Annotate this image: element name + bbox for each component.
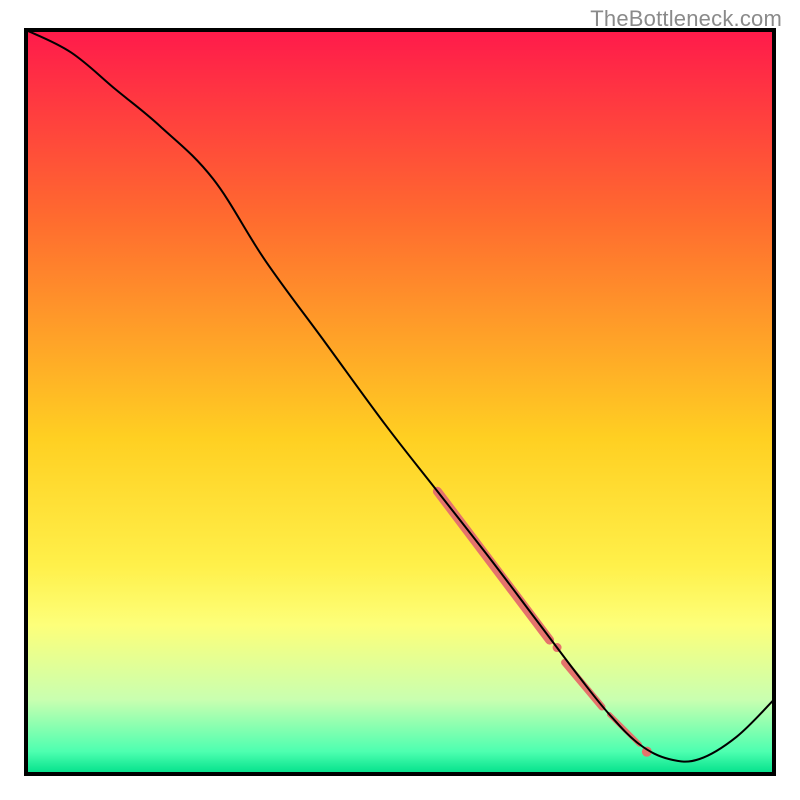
plot-background bbox=[26, 30, 774, 774]
watermark-text: TheBottleneck.com bbox=[590, 6, 782, 32]
bottleneck-chart bbox=[0, 0, 800, 800]
chart-container: TheBottleneck.com bbox=[0, 0, 800, 800]
